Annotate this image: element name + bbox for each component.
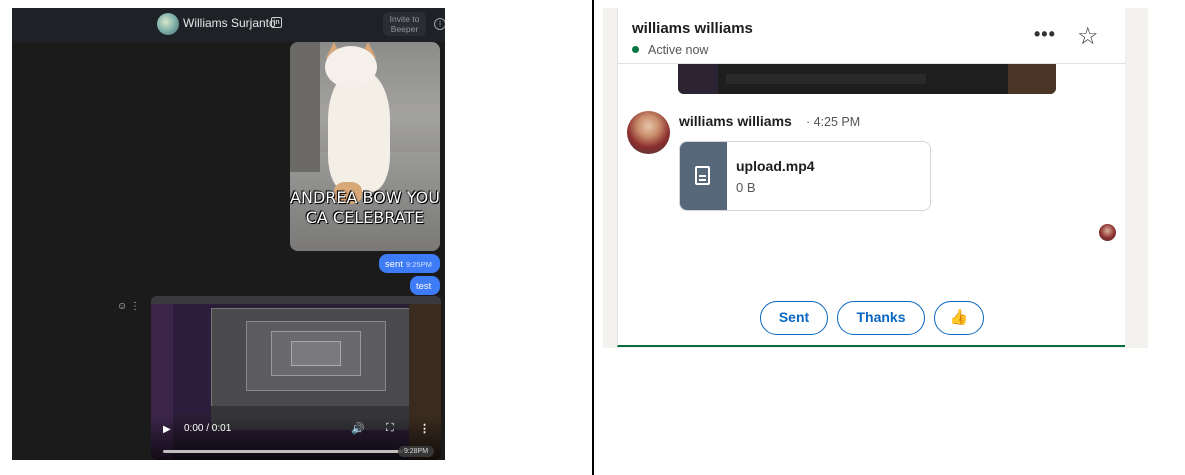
star-icon[interactable]: ☆ (1077, 22, 1099, 51)
file-name: upload.mp4 (736, 158, 815, 174)
screenshot-root: Williams Surjanto in Invite to Beeper i … (0, 0, 1185, 475)
active-status: Active now (648, 43, 709, 57)
message-text: test (416, 281, 432, 292)
message-time: · 4:25 PM (806, 115, 861, 129)
beeper-chat-window: Williams Surjanto in Invite to Beeper i … (12, 8, 445, 460)
thumbnail-region (726, 74, 926, 84)
file-size: 0 B (736, 180, 756, 195)
invite-to-beeper-button[interactable]: Invite to Beeper (383, 12, 426, 36)
video-message[interactable]: ▶ 0:00 / 0:01 🔊 ⛶ ⋮ 9:28PM (151, 296, 441, 460)
video-frame-panel (173, 304, 213, 414)
thumbnail-region (678, 64, 718, 94)
gif-wall (290, 42, 320, 172)
linkedin-icon: in (271, 17, 282, 28)
active-status-icon (632, 46, 639, 53)
more-options-icon[interactable]: ••• (1034, 24, 1056, 45)
sender-name[interactable]: williams williams (679, 113, 792, 129)
cat-gif-message[interactable]: ANDREA BOW YOU CA CELEBRATE (290, 42, 440, 251)
contact-name[interactable]: Williams Surjanto (183, 16, 276, 30)
conversation-header: williams williams Active now ••• ☆ (618, 8, 1126, 64)
previous-video-thumbnail[interactable] (678, 64, 1056, 94)
quick-reply-sent-button[interactable]: Sent (760, 301, 828, 335)
sender-avatar[interactable] (627, 111, 670, 154)
file-attachment[interactable]: upload.mp4 0 B (679, 141, 931, 211)
contact-name[interactable]: williams williams (632, 20, 753, 37)
video-frame-window (291, 341, 341, 366)
video-progress-bar[interactable] (163, 450, 403, 453)
contact-avatar[interactable] (157, 13, 179, 35)
video-time: 0:00 / 0:01 (184, 423, 232, 434)
cat-head (325, 46, 377, 88)
fullscreen-icon[interactable]: ⛶ (386, 422, 394, 435)
chat-header: Williams Surjanto in Invite to Beeper i (12, 8, 445, 42)
thumbnail-region (1008, 64, 1056, 94)
message-text: sent (385, 259, 403, 270)
file-icon-panel (680, 142, 727, 210)
more-options-icon[interactable]: ⋮ (419, 422, 430, 435)
document-icon-line (699, 175, 706, 177)
conversation-card: williams williams Active now ••• ☆ willi… (617, 8, 1126, 347)
video-frame-menubar (151, 296, 441, 304)
message-bubble-test[interactable]: test (410, 276, 440, 295)
gif-caption: ANDREA BOW YOU CA CELEBRATE (290, 188, 440, 227)
info-icon[interactable]: i (434, 18, 445, 30)
message-bubble-sent[interactable]: sent 9:25PM (379, 254, 440, 273)
document-icon (695, 166, 710, 185)
panel-divider (592, 0, 594, 475)
video-timestamp: 9:28PM (398, 446, 434, 457)
message-time: 9:25PM (405, 260, 432, 269)
linkedin-messaging-pane: williams williams Active now ••• ☆ willi… (603, 8, 1148, 348)
document-icon-line (699, 179, 706, 181)
volume-icon[interactable]: 🔊 (351, 422, 365, 435)
quick-reply-thumbs-up-button[interactable]: 👍 (934, 301, 984, 335)
seen-receipt-avatar (1099, 224, 1116, 241)
quick-reply-thanks-button[interactable]: Thanks (837, 301, 925, 335)
play-icon[interactable]: ▶ (163, 424, 171, 435)
cat-body (328, 72, 390, 192)
message-tools[interactable]: ☺ ⋮ (117, 301, 140, 312)
